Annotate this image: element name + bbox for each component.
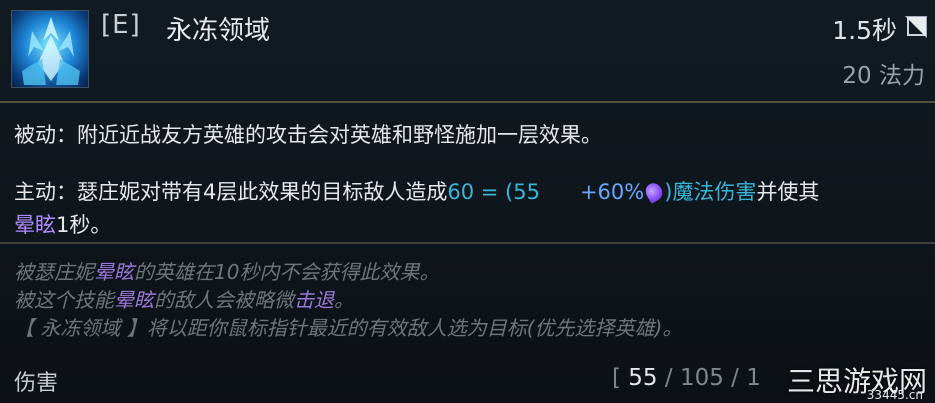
note-line-2: 被这个技能晕眩的敌人会被略微击退。 <box>14 286 919 314</box>
ap-ratio: +60% <box>579 180 645 204</box>
ability-notes: 被瑟庄妮晕眩的英雄在10秒内不会获得此效果。 被这个技能晕眩的敌人会被略微击退。… <box>14 258 919 342</box>
ability-power-icon <box>642 180 666 204</box>
ability-key: [E] <box>101 10 141 40</box>
ability-tooltip: [E] 永冻领域 1.5秒 20 法力 被动：附近近战友方英雄的攻击会对英雄和野… <box>0 0 935 403</box>
note-text: 被这个技能 <box>14 288 114 312</box>
damage-next-rank: 105 <box>679 365 724 391</box>
rank-separator: / <box>657 365 680 391</box>
damage-current-rank: 55 <box>628 365 658 391</box>
stun-keyword: 晕眩 <box>14 213 56 237</box>
bracket-open: [ <box>612 365 629 391</box>
ice-crystal-icon <box>11 10 89 88</box>
rank-separator: / 1 <box>723 365 761 391</box>
damage-label: 伤害 <box>14 371 59 396</box>
magic-damage-keyword: 魔法伤害 <box>672 180 757 204</box>
damage-scaling: [ 55 / 105 / 1 <box>612 365 761 391</box>
damage-formula: 60 = (55 <box>447 180 540 204</box>
note-line-3: 【 永冻领域 】将以距你鼠标指针最近的有效敌人选为目标(优先选择英雄)。 <box>14 316 683 340</box>
mana-cost: 20 法力 <box>842 63 925 89</box>
stun-keyword: 晕眩 <box>114 288 154 312</box>
active-label: 主动： <box>14 180 77 204</box>
notes-divider <box>0 242 935 244</box>
note-text: 被瑟庄妮 <box>14 260 94 284</box>
watermark-url: 33445.cn <box>866 388 923 402</box>
passive-text: 附近近战友方英雄的攻击会对英雄和野怪施加一层效果。 <box>77 123 602 147</box>
ability-name: 永冻领域 <box>166 16 271 46</box>
active-description: 主动：瑟庄妮对带有4层此效果的目标敌人造成60 = (55 +60%)魔法伤害并使… <box>14 176 919 242</box>
note-text: 。 <box>334 288 354 312</box>
active-text-2: 并使其 <box>756 180 820 204</box>
note-text: 的敌人会被略微 <box>154 288 294 312</box>
stun-keyword: 晕眩 <box>94 260 134 284</box>
note-line-1: 被瑟庄妮晕眩的英雄在10秒内不会获得此效果。 <box>14 258 919 286</box>
cooldown-value: 1.5秒 <box>832 16 897 45</box>
header-divider <box>0 101 935 103</box>
active-text-3: 1秒。 <box>56 213 112 237</box>
active-text-1: 瑟庄妮对带有4层此效果的目标敌人造成 <box>77 180 448 204</box>
note-text: 的英雄在10秒内不会获得此效果。 <box>134 260 440 284</box>
passive-label: 被动： <box>14 123 77 147</box>
passive-description: 被动：附近近战友方英雄的攻击会对英雄和野怪施加一层效果。 <box>14 119 919 152</box>
knockback-keyword: 击退 <box>294 288 334 312</box>
